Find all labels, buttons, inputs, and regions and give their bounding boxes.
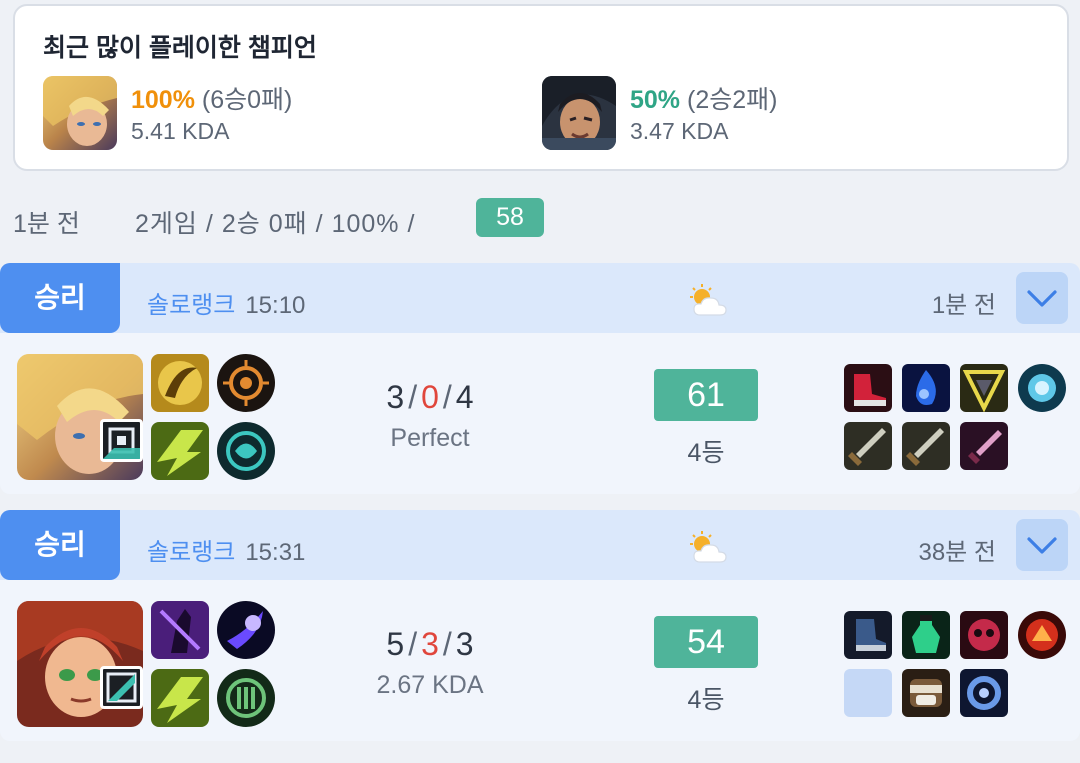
player-rank: 4등	[687, 686, 725, 714]
summary-score-badge: 58	[476, 198, 544, 237]
rune-keystone-icon[interactable]	[217, 354, 275, 412]
summoner-spell-flash-icon[interactable]	[151, 354, 209, 412]
recent-champions-card: 최근 많이 플레이한 챔피언 100% (6승0패) 5.41 KDA 50% …	[13, 4, 1069, 171]
match-card[interactable]: 승리 솔로랭크 15:31 38분 전 5 / 3 / 3 2.67 KDA 5…	[0, 510, 1080, 741]
match-time-ago: 1분 전	[931, 292, 996, 319]
sylas-portrait-icon	[542, 76, 616, 150]
kills: 3	[386, 379, 405, 415]
game-duration: 15:31	[245, 539, 306, 566]
partly-cloudy-icon	[686, 530, 730, 566]
summary-separator: /	[315, 210, 324, 238]
item-dagger-icon[interactable]	[960, 422, 1008, 470]
summary-time: 1분 전	[13, 210, 80, 238]
kda-ratio: 2.67 KDA	[376, 671, 484, 699]
expand-match-button[interactable]	[1016, 272, 1068, 324]
kda-block: 5/3/3 2.67 KDA	[330, 626, 530, 700]
op-score: 61	[654, 369, 758, 421]
summoner-spell-ghost-icon[interactable]	[151, 422, 209, 480]
deaths: 0	[421, 379, 439, 415]
assists: 3	[455, 626, 474, 662]
op-score-block: 54 4등	[654, 616, 758, 716]
match-summary: 1분 전 2게임/2승 0패/100%/ 58	[13, 198, 1069, 238]
summary-record: 2승 0패	[221, 210, 308, 238]
match-result: 승리	[0, 510, 120, 580]
item-long-sword-icon[interactable]	[902, 422, 950, 470]
summary-games: 2게임	[135, 210, 198, 238]
item-potion-icon[interactable]	[902, 611, 950, 659]
item-fire-orb-icon[interactable]	[1018, 611, 1066, 659]
match-time-ago: 38분 전	[918, 539, 996, 566]
game-duration: 15:10	[245, 292, 306, 319]
match-result: 승리	[0, 263, 120, 333]
item-gauntlet-icon[interactable]	[902, 669, 950, 717]
item-blue-gem-icon[interactable]	[902, 364, 950, 412]
summary-separator: /	[205, 210, 214, 238]
empty-item-slot[interactable]	[844, 669, 892, 717]
champion-record: (6승0패)	[201, 86, 293, 114]
match-body: 3/0/4 Perfect 61 4등	[0, 333, 1080, 494]
deaths: 3	[421, 626, 439, 662]
partly-cloudy-icon	[686, 283, 730, 319]
kda-block: 3/0/4 Perfect	[330, 379, 530, 453]
match-header: 승리 솔로랭크 15:31 38분 전	[0, 510, 1080, 580]
champion-kda: 5.41 KDA	[131, 118, 230, 144]
rune-secondary-icon[interactable]	[217, 669, 275, 727]
kda-ratio: Perfect	[390, 424, 470, 452]
op-score-block: 61 4등	[654, 369, 758, 469]
champion-winrate: 50%	[630, 86, 681, 114]
match-card[interactable]: 승리 솔로랭크 15:10 1분 전 3 / 0 / 4 Perfect 61 …	[0, 263, 1080, 494]
summary-winrate: 100%	[331, 210, 400, 238]
kills: 5	[386, 626, 405, 662]
match-header: 승리 솔로랭크 15:10 1분 전	[0, 263, 1080, 333]
assists: 4	[455, 379, 474, 415]
match-body: 5/3/3 2.67 KDA 54 4등	[0, 580, 1080, 741]
item-ward-orb-icon[interactable]	[1018, 364, 1066, 412]
chevron-down-icon	[1027, 537, 1057, 554]
item-boots-icon[interactable]	[844, 611, 892, 659]
recent-champions-title: 최근 많이 플레이한 챔피언	[43, 34, 317, 62]
lane-icon	[100, 419, 143, 462]
lane-icon	[100, 666, 143, 709]
item-long-sword-icon[interactable]	[844, 422, 892, 470]
item-triforce-icon[interactable]	[960, 364, 1008, 412]
item-boots-icon[interactable]	[844, 364, 892, 412]
item-mask-icon[interactable]	[960, 611, 1008, 659]
summoner-spell-flash-icon[interactable]	[151, 601, 209, 659]
queue-type: 솔로랭크	[147, 539, 236, 566]
expand-match-button[interactable]	[1016, 519, 1068, 571]
player-rank: 4등	[687, 439, 725, 467]
item-ring-icon[interactable]	[960, 669, 1008, 717]
rune-keystone-icon[interactable]	[217, 601, 275, 659]
queue-type: 솔로랭크	[147, 292, 236, 319]
champion-kda: 3.47 KDA	[630, 118, 729, 144]
op-score: 54	[654, 616, 758, 668]
champion-record: (2승2패)	[687, 86, 778, 114]
summary-separator: /	[407, 210, 416, 238]
chevron-down-icon	[1027, 290, 1057, 307]
summoner-spell-ghost-icon[interactable]	[151, 669, 209, 727]
champion-winrate: 100%	[131, 86, 195, 114]
ezreal-portrait-icon	[43, 76, 117, 150]
rune-secondary-icon[interactable]	[217, 422, 275, 480]
